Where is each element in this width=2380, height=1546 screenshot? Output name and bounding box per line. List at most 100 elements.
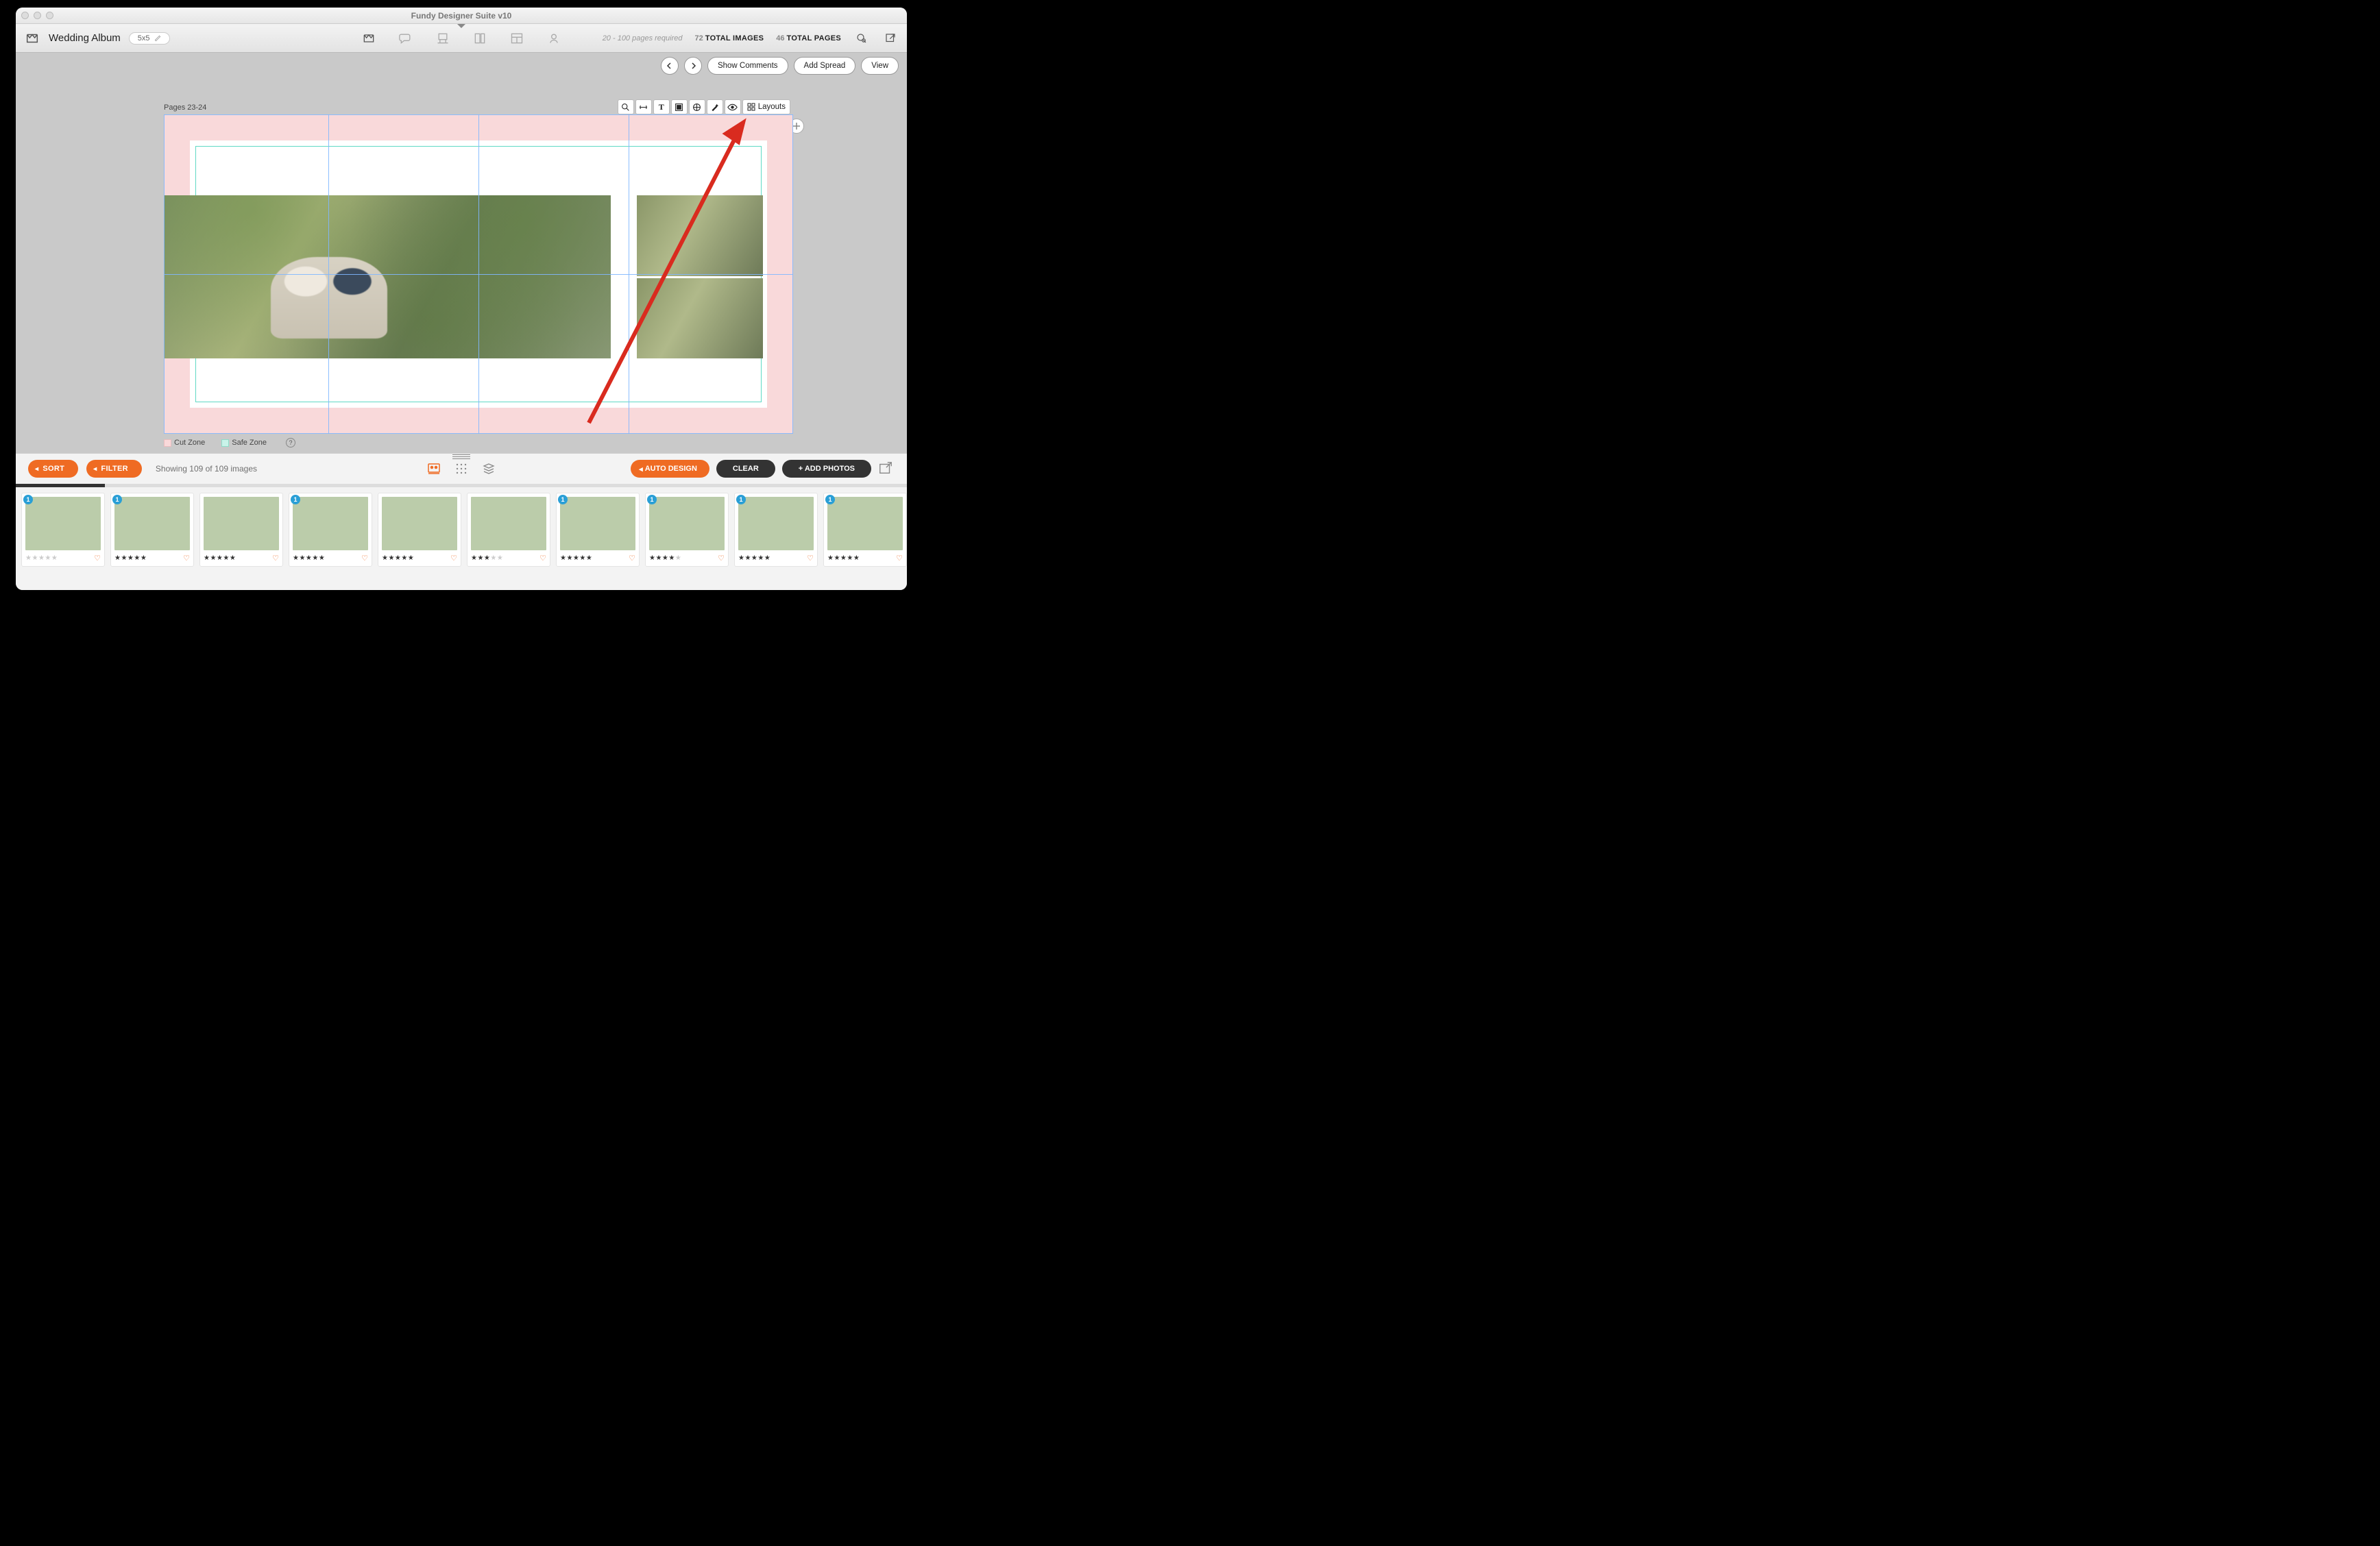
stack-view-icon[interactable] bbox=[481, 461, 496, 476]
album-mode-icon[interactable] bbox=[361, 30, 377, 47]
comments-mode-icon[interactable] bbox=[398, 30, 414, 47]
thumb-rating[interactable]: ★★★★★ bbox=[114, 554, 147, 562]
app-window: Fundy Designer Suite v10 Wedding Album 5… bbox=[16, 8, 907, 590]
zone-legend: Cut Zone Safe Zone ? bbox=[164, 438, 295, 447]
app-title: Fundy Designer Suite v10 bbox=[16, 11, 907, 21]
stat-pages-num: 46 bbox=[776, 34, 784, 42]
project-icon[interactable] bbox=[24, 30, 40, 47]
thumb-image[interactable] bbox=[25, 497, 101, 550]
thumb-image[interactable] bbox=[293, 497, 368, 550]
thumb-badge: 1 bbox=[112, 495, 122, 504]
studio-mode-icon[interactable] bbox=[472, 30, 488, 47]
add-spread-button[interactable]: Add Spread bbox=[794, 57, 856, 75]
thumb-heart-icon[interactable]: ♡ bbox=[539, 554, 546, 563]
thumb-badge: 1 bbox=[23, 495, 33, 504]
show-comments-button[interactable]: Show Comments bbox=[707, 57, 788, 75]
thumb-3[interactable]: 1 ★★★★★ ♡ bbox=[289, 493, 372, 567]
thumb-rating[interactable]: ★★★★★ bbox=[204, 554, 236, 562]
grid-view-icon[interactable] bbox=[454, 461, 469, 476]
spread[interactable] bbox=[164, 114, 793, 434]
gallery-view-icon[interactable] bbox=[426, 461, 441, 476]
toolbar-center bbox=[361, 30, 562, 47]
thumb-badge: 1 bbox=[291, 495, 300, 504]
prev-spread-button[interactable] bbox=[661, 57, 679, 75]
thumb-heart-icon[interactable]: ♡ bbox=[183, 554, 190, 563]
thumb-heart-icon[interactable]: ♡ bbox=[450, 554, 457, 563]
canvas-area: Pages 23-24 T Layouts bbox=[16, 79, 907, 453]
progress-fill bbox=[16, 484, 105, 487]
thumb-rating[interactable]: ★★★★★ bbox=[738, 554, 770, 562]
thumb-badge: 1 bbox=[736, 495, 746, 504]
thumb-rating[interactable]: ★★★★★ bbox=[471, 554, 503, 562]
thumb-image[interactable] bbox=[114, 497, 190, 550]
thumb-5[interactable]: ★★★★★ ♡ bbox=[467, 493, 550, 567]
thumb-rating[interactable]: ★★★★★ bbox=[293, 554, 325, 562]
thumb-badge: 1 bbox=[558, 495, 568, 504]
safe-zone-label: Safe Zone bbox=[232, 439, 267, 447]
wall-mode-icon[interactable] bbox=[435, 30, 451, 47]
view-button[interactable]: View bbox=[861, 57, 899, 75]
thumb-heart-icon[interactable]: ♡ bbox=[629, 554, 635, 563]
external-icon[interactable] bbox=[882, 30, 899, 47]
auto-design-button[interactable]: ◂AUTO DESIGN bbox=[631, 460, 709, 478]
thumb-badge: 1 bbox=[647, 495, 657, 504]
annotation-arrow bbox=[582, 108, 760, 430]
thumb-heart-icon[interactable]: ♡ bbox=[361, 554, 368, 563]
main-toolbar: Wedding Album 5x5 20 - 100 pages require… bbox=[16, 24, 907, 53]
cut-zone-swatch bbox=[164, 439, 171, 447]
print-mode-icon[interactable] bbox=[546, 30, 562, 47]
bottom-center-icons bbox=[426, 461, 496, 476]
layout-mode-icon[interactable] bbox=[509, 30, 525, 47]
page-range-label: Pages 23-24 bbox=[164, 103, 206, 112]
stat-images-num: 72 bbox=[695, 34, 703, 42]
thumb-rating[interactable]: ★★★★★ bbox=[827, 554, 860, 562]
sort-button[interactable]: ◂SORT bbox=[28, 460, 78, 478]
thumb-heart-icon[interactable]: ♡ bbox=[896, 554, 903, 563]
pages-required: 20 - 100 pages required bbox=[603, 34, 683, 42]
toolbar-right: 20 - 100 pages required 72TOTAL IMAGES 4… bbox=[603, 30, 899, 47]
zone-help-icon[interactable]: ? bbox=[286, 438, 295, 447]
thumb-rating[interactable]: ★★★★★ bbox=[649, 554, 681, 562]
thumb-heart-icon[interactable]: ♡ bbox=[718, 554, 725, 563]
thumbnail-strip[interactable]: 1★★★★★♡1★★★★★♡★★★★★♡1★★★★★♡★★★★★♡★★★★★♡1… bbox=[16, 487, 907, 567]
stat-pages-label: TOTAL PAGES bbox=[787, 34, 842, 42]
thumb-9[interactable]: 1★★★★★♡ bbox=[823, 493, 907, 567]
thumb-6[interactable]: 1 ★★★★★ ♡ bbox=[556, 493, 640, 567]
expand-icon[interactable] bbox=[878, 461, 895, 477]
thumb-heart-icon[interactable]: ♡ bbox=[94, 554, 101, 563]
thumb-heart-icon[interactable]: ♡ bbox=[272, 554, 279, 563]
cut-zone-label: Cut Zone bbox=[174, 439, 205, 447]
thumb-rating[interactable]: ★★★★★ bbox=[382, 554, 414, 562]
thumb-image[interactable] bbox=[204, 497, 279, 550]
clear-button[interactable]: CLEAR bbox=[716, 460, 775, 478]
document-title: Wedding Album bbox=[49, 32, 121, 44]
sync-icon[interactable] bbox=[853, 30, 870, 47]
thumb-image[interactable] bbox=[382, 497, 457, 550]
safe-zone-swatch bbox=[221, 439, 229, 447]
stat-images-label: TOTAL IMAGES bbox=[705, 34, 764, 42]
bottom-panel: ◂SORT ◂FILTER Showing 109 of 109 images … bbox=[16, 453, 907, 590]
thumb-heart-icon[interactable]: ♡ bbox=[807, 554, 814, 563]
titlebar: Fundy Designer Suite v10 bbox=[16, 8, 907, 24]
thumb-4[interactable]: ★★★★★ ♡ bbox=[378, 493, 461, 567]
next-spread-button[interactable] bbox=[684, 57, 702, 75]
thumb-image[interactable] bbox=[827, 497, 903, 550]
photo-main[interactable] bbox=[164, 195, 611, 358]
thumb-rating[interactable]: ★★★★★ bbox=[25, 554, 58, 562]
thumb-image[interactable] bbox=[649, 497, 725, 550]
thumb-7[interactable]: 1 ★★★★★ ♡ bbox=[645, 493, 729, 567]
thumb-8[interactable]: 1 ★★★★★ ♡ bbox=[734, 493, 818, 567]
thumb-1[interactable]: 1 ★★★★★ ♡ bbox=[110, 493, 194, 567]
panel-resize-grip[interactable] bbox=[452, 453, 470, 461]
add-photos-button[interactable]: + ADD PHOTOS bbox=[782, 460, 871, 478]
thumb-rating[interactable]: ★★★★★ bbox=[560, 554, 592, 562]
thumb-image[interactable] bbox=[738, 497, 814, 550]
showing-count: Showing 109 of 109 images bbox=[156, 464, 257, 474]
size-chip[interactable]: 5x5 bbox=[129, 32, 170, 45]
thumb-image[interactable] bbox=[471, 497, 546, 550]
filter-button[interactable]: ◂FILTER bbox=[86, 460, 142, 478]
thumb-0[interactable]: 1 ★★★★★ ♡ bbox=[21, 493, 105, 567]
progress-track[interactable] bbox=[16, 484, 907, 487]
thumb-2[interactable]: ★★★★★ ♡ bbox=[199, 493, 283, 567]
thumb-image[interactable] bbox=[560, 497, 635, 550]
